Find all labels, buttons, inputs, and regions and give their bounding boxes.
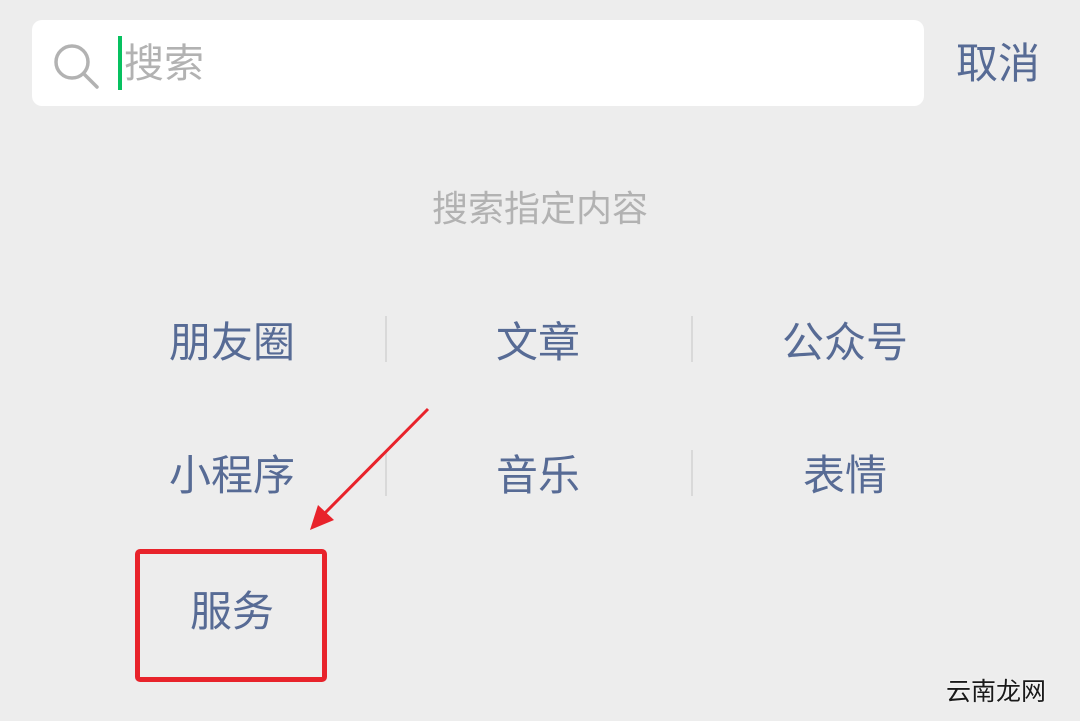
- cancel-button[interactable]: 取消: [956, 38, 1040, 90]
- watermark: 云南龙网: [946, 677, 1047, 706]
- search-icon: [54, 44, 99, 89]
- category-mini-programs[interactable]: 小程序: [82, 449, 382, 503]
- divider: [385, 450, 387, 496]
- divider: [385, 316, 387, 362]
- divider: [691, 450, 693, 496]
- category-official-accounts[interactable]: 公众号: [695, 316, 995, 370]
- search-hint: 搜索指定内容: [431, 189, 648, 230]
- category-stickers[interactable]: 表情: [695, 449, 995, 503]
- highlight-box: [135, 549, 327, 682]
- category-moments[interactable]: 朋友圈: [82, 316, 382, 370]
- category-music[interactable]: 音乐: [388, 449, 688, 503]
- search-input[interactable]: [124, 38, 884, 90]
- divider: [691, 316, 693, 362]
- category-articles[interactable]: 文章: [388, 316, 688, 370]
- text-cursor: [118, 36, 122, 90]
